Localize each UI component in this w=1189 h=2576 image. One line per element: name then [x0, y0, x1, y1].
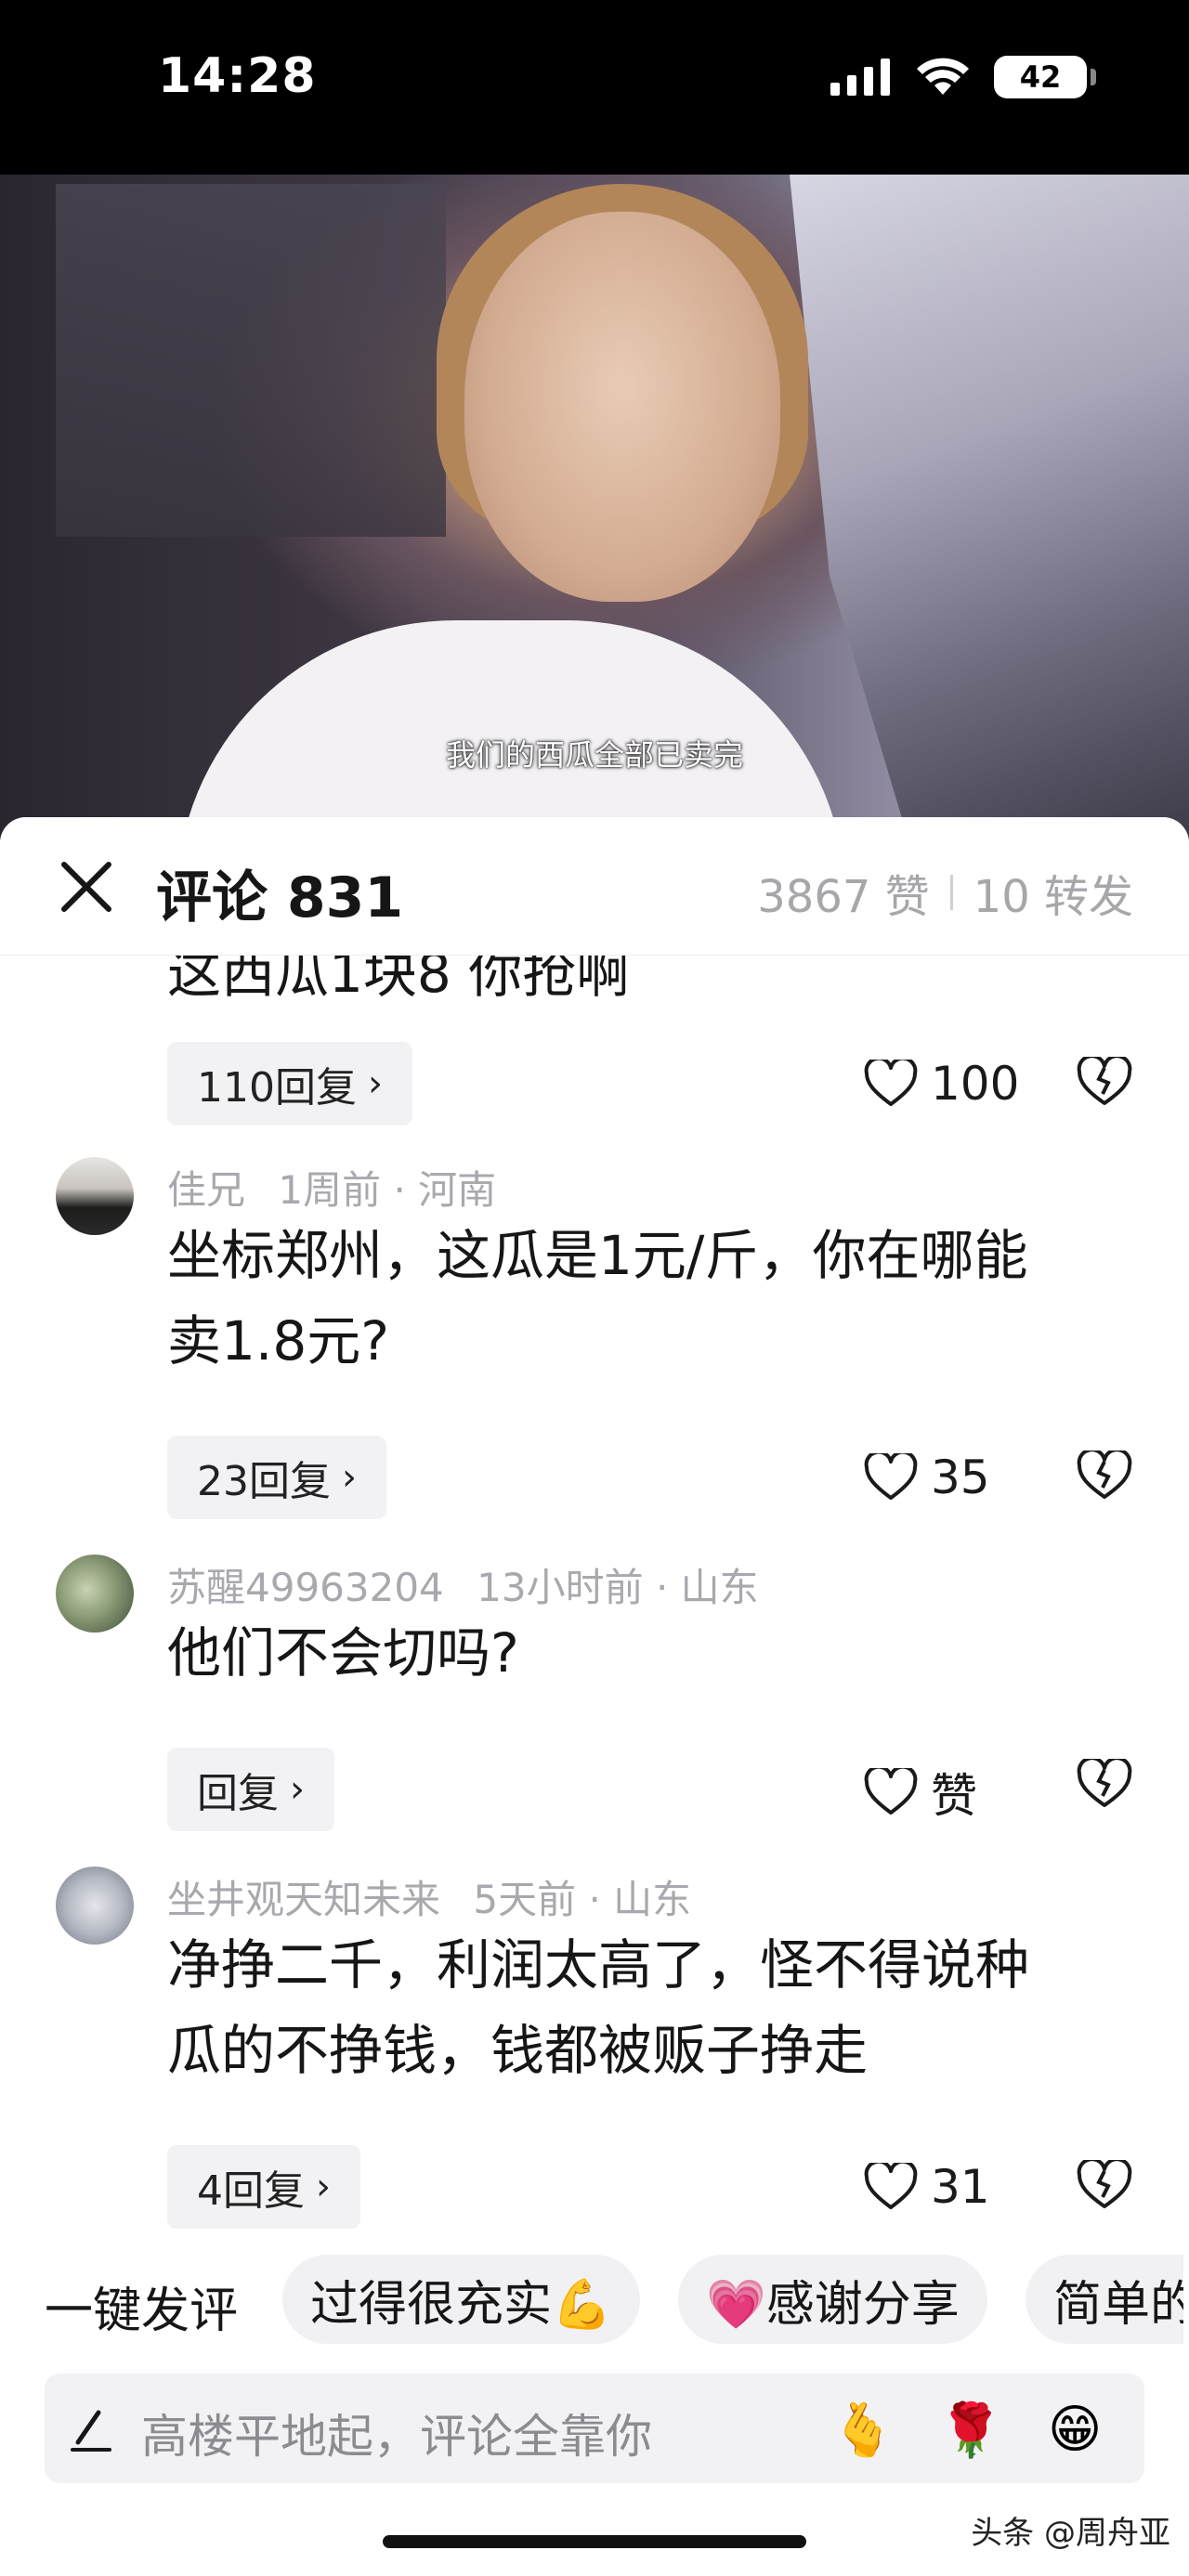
- like-count: 赞: [931, 1769, 977, 1823]
- share-count: 10 转发: [973, 871, 1133, 923]
- close-button[interactable]: [54, 854, 119, 919]
- close-icon: [61, 862, 111, 912]
- comment-time: 1周前: [278, 1167, 382, 1213]
- stats-divider: [949, 875, 953, 910]
- replies-button[interactable]: 回复 ›: [167, 1748, 334, 1831]
- heart-icon: [864, 2163, 918, 2209]
- comment-text-line: 瓜的不挣钱，钱都被贩子挣走: [167, 2019, 869, 2082]
- comment-input-placeholder: 高楼平地起，评论全靠你: [141, 2410, 652, 2464]
- like-count: 35: [931, 1451, 990, 1504]
- replies-label: 回复: [197, 1770, 279, 1817]
- heart-icon: [864, 1060, 918, 1106]
- comment-text-line: 坐标郑州，这瓜是1元/斤，你在哪能: [167, 1224, 1028, 1287]
- comments-title: 评论 831: [156, 865, 404, 930]
- grin-emoji-button[interactable]: 😁: [1048, 2400, 1102, 2460]
- like-button[interactable]: 赞: [864, 1759, 977, 1826]
- comment-meta: 佳兄 1周前 · 河南: [167, 1159, 496, 1216]
- replies-button[interactable]: 4回复 ›: [167, 2145, 360, 2229]
- status-time: 14:28: [158, 48, 317, 104]
- quick-comment-chip[interactable]: 过得很充实💪: [282, 2255, 640, 2344]
- finger-heart-emoji-button[interactable]: 🫰: [830, 2400, 895, 2461]
- comments-stats: 3867 赞 10 转发: [757, 860, 1133, 925]
- like-count: 3867 赞: [757, 871, 930, 923]
- like-button[interactable]: 31: [864, 2160, 990, 2214]
- broken-heart-icon[interactable]: [1076, 1057, 1133, 1107]
- comment-text: 他们不会切吗?: [167, 1621, 519, 1685]
- status-bar: 14:28 42: [0, 0, 1189, 175]
- comment-location: 山东: [613, 1877, 692, 1922]
- avatar[interactable]: [56, 1867, 134, 1945]
- like-count: 31: [931, 2160, 990, 2214]
- replies-label: 23回复: [197, 1458, 331, 1505]
- quick-comment-label: 一键发评: [45, 2283, 239, 2339]
- chevron-right-icon: ›: [290, 1768, 305, 1811]
- replies-button[interactable]: 110回复 ›: [167, 1042, 412, 1125]
- like-button[interactable]: 35: [864, 1451, 990, 1504]
- comment-text-line: 卖1.8元?: [167, 1309, 390, 1373]
- comment-text: 坐标郑州，这瓜是1元/斤，你在哪能 卖1.8元?: [167, 1213, 1133, 1384]
- comment-location: 山东: [680, 1565, 759, 1610]
- chevron-right-icon: ›: [367, 1062, 383, 1105]
- home-indicator[interactable]: [383, 2535, 806, 2548]
- meta-dot: ·: [588, 1877, 614, 1922]
- comment-text: 净挣二千，利润太高了，怪不得说种 瓜的不挣钱，钱都被贩子挣走: [167, 1922, 1133, 2093]
- broken-heart-icon[interactable]: [1076, 2160, 1133, 2210]
- chevron-right-icon: ›: [316, 2166, 331, 2208]
- like-count: 100: [931, 1057, 1020, 1111]
- meta-dot: ·: [655, 1565, 681, 1610]
- comment-input[interactable]: 高楼平地起，评论全靠你 🫰 🌹 😁: [45, 2374, 1144, 2483]
- wifi-icon: [917, 58, 969, 95]
- avatar[interactable]: [56, 1157, 134, 1235]
- signal-icon: [830, 59, 890, 96]
- replies-label: 4回复: [197, 2167, 305, 2215]
- comment-meta: 坐井观天知未来 5天前 · 山东: [167, 1868, 691, 1925]
- broken-heart-icon[interactable]: [1076, 1451, 1133, 1501]
- status-icons: 42: [830, 56, 1096, 98]
- video-player[interactable]: 我们的西瓜全部已卖完: [0, 175, 1189, 843]
- like-button[interactable]: 100: [864, 1057, 1019, 1111]
- comment-time: 13小时前: [477, 1565, 644, 1610]
- pencil-icon: [71, 2410, 111, 2452]
- heart-icon: [864, 1453, 918, 1500]
- broken-heart-icon[interactable]: [1076, 1759, 1133, 1809]
- comment-author[interactable]: 坐井观天知未来: [167, 1877, 440, 1922]
- comment-meta: 苏醒49963204 13小时前 · 山东: [167, 1556, 759, 1613]
- quick-comment-chip[interactable]: 💗感谢分享: [678, 2255, 987, 2344]
- replies-button[interactable]: 23回复 ›: [167, 1436, 386, 1519]
- replies-label: 110回复: [197, 1064, 357, 1112]
- comment-text-line: 净挣二千，利润太高了，怪不得说种: [167, 1933, 1030, 1997]
- video-subtitle: 我们的西瓜全部已卖完: [445, 737, 743, 773]
- comment-author[interactable]: 佳兄: [167, 1167, 245, 1213]
- rose-emoji-button[interactable]: 🌹: [938, 2400, 1003, 2461]
- comment-author[interactable]: 苏醒49963204: [167, 1565, 444, 1610]
- quick-comment-row: 一键发评 过得很充实💪 💗感谢分享 简单的: [0, 2255, 1189, 2348]
- video-person-face: [464, 212, 780, 602]
- heart-icon: [864, 1768, 918, 1815]
- comment-location: 河南: [418, 1167, 497, 1213]
- comment-time: 5天前: [473, 1877, 577, 1922]
- video-background: [56, 184, 446, 537]
- meta-dot: ·: [393, 1167, 419, 1213]
- chevron-right-icon: ›: [342, 1456, 357, 1499]
- comments-header: 评论 831 3867 赞 10 转发: [0, 817, 1189, 956]
- battery-indicator: 42: [994, 56, 1096, 98]
- avatar[interactable]: [56, 1555, 134, 1633]
- watermark: 头条 @周舟亚: [971, 2515, 1170, 2552]
- quick-comment-chip[interactable]: 简单的: [1026, 2255, 1183, 2344]
